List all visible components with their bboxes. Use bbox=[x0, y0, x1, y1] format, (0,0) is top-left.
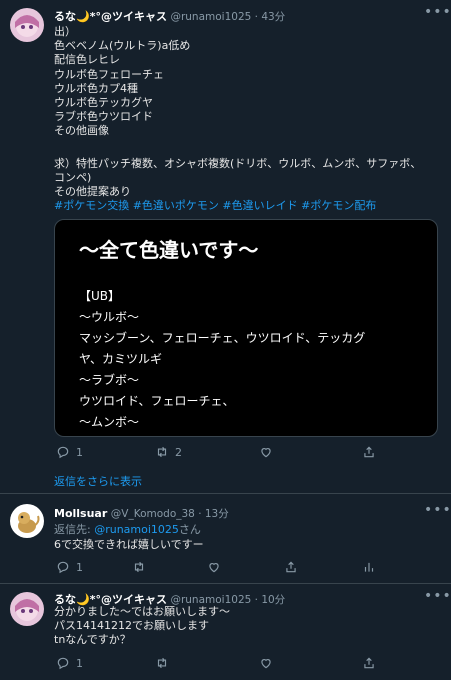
more-icon[interactable]: ••• bbox=[424, 502, 451, 518]
tweet-line: ラブボ色ウツロイド bbox=[54, 110, 153, 124]
tweet-line bbox=[54, 139, 421, 153]
divider bbox=[0, 583, 451, 584]
reply-button[interactable]: 1 bbox=[56, 445, 83, 459]
tweet-line: 色ベベノム(ウルトラ)a低め bbox=[54, 39, 191, 53]
retweet-icon bbox=[134, 561, 144, 573]
retweet-icon bbox=[157, 657, 167, 669]
reply-icon bbox=[57, 446, 69, 459]
like-icon bbox=[209, 563, 219, 573]
share-button[interactable] bbox=[284, 560, 298, 574]
tweet-line: その他画像 bbox=[54, 124, 109, 138]
author-name[interactable]: Mollsuar bbox=[54, 507, 107, 520]
retweet-button[interactable] bbox=[132, 560, 146, 574]
avatar[interactable] bbox=[10, 8, 44, 42]
like-button[interactable] bbox=[259, 656, 273, 670]
tweet-line: その他提案あり bbox=[54, 185, 131, 199]
tweet-line: ウルボ色フェローチェ bbox=[54, 67, 164, 81]
media-line: ヤ、カミツルギ bbox=[79, 352, 163, 366]
tweet-line: 配信色レヒレ bbox=[54, 53, 120, 67]
tweet-line: 6で交換できれば嬉しいですー bbox=[54, 538, 204, 551]
retweet-button[interactable]: 2 bbox=[155, 445, 182, 459]
reply-to: 返信先: @runamoi1025さん bbox=[54, 521, 201, 537]
more-icon[interactable]: ••• bbox=[424, 4, 451, 20]
author-handle-time[interactable]: @runamoi1025 · 43分 bbox=[170, 11, 285, 23]
media-line: ウツロイド、フェローチェ、 bbox=[79, 394, 235, 408]
reply-icon bbox=[57, 561, 69, 574]
analytics-icon bbox=[364, 562, 374, 572]
media-image[interactable]: 〜全て色違いです〜 【UB】 〜ウルボ〜 マッシブーン、フェローチェ、ウツロイド… bbox=[54, 219, 438, 437]
avatar[interactable] bbox=[10, 504, 44, 538]
author-name[interactable]: るな🌙*°@ツイキャス bbox=[54, 10, 167, 23]
tweet-line: ウルボ色テッカグヤ bbox=[54, 96, 153, 110]
reply-count: 1 bbox=[76, 560, 83, 574]
analytics-button[interactable] bbox=[362, 560, 376, 574]
retweet-button[interactable] bbox=[155, 656, 169, 670]
share-icon bbox=[364, 446, 374, 458]
reply-button[interactable]: 1 bbox=[56, 560, 83, 574]
retweet-count: 2 bbox=[175, 445, 182, 459]
share-icon bbox=[286, 561, 296, 573]
like-icon bbox=[261, 448, 271, 458]
hashtags[interactable]: #ポケモン交換 #色違いポケモン #色違いレイド #ポケモン配布 bbox=[54, 199, 421, 213]
media-line: 〜ウルボ〜 bbox=[79, 310, 140, 324]
tweet-line: 分かりました〜ではお願いします〜 bbox=[54, 605, 230, 618]
show-more-replies-link[interactable]: 返信をさらに表示 bbox=[54, 473, 142, 489]
media-line: 【UB】 bbox=[79, 289, 121, 303]
reply-button[interactable]: 1 bbox=[56, 656, 83, 670]
tweet-line: パス14141212でお願いします bbox=[54, 619, 209, 633]
like-button[interactable] bbox=[207, 560, 221, 574]
reply-to-prefix: 返信先: bbox=[54, 523, 95, 536]
tweet-line: 出） bbox=[54, 25, 76, 38]
like-icon bbox=[261, 659, 271, 669]
author-handle-time[interactable]: @V_Komodo_38 · 13分 bbox=[111, 508, 229, 520]
tweet-line: コンペ) bbox=[54, 170, 92, 184]
media-title: 〜全て色違いです〜 bbox=[79, 238, 259, 262]
tweet-body: 分かりました〜ではお願いします〜 パス14141212でお願いします tnなんで… bbox=[54, 605, 230, 648]
reply-icon bbox=[57, 657, 69, 670]
more-icon[interactable]: ••• bbox=[424, 588, 451, 604]
media-line: 〜ラブボ〜 bbox=[79, 373, 140, 387]
tweet-line: ウルボ色カプ4種 bbox=[54, 81, 138, 95]
like-button[interactable] bbox=[259, 445, 279, 459]
tweet-line: 求）特性パッチ複数、オシャボ複数(ドリボ、ウルボ、ムンボ、サファボ、 bbox=[54, 156, 422, 170]
reply-count: 1 bbox=[76, 445, 83, 459]
avatar[interactable] bbox=[10, 592, 44, 626]
divider bbox=[0, 493, 451, 494]
tweet-line: tnなんですか？ bbox=[54, 633, 131, 647]
share-button[interactable] bbox=[362, 445, 376, 459]
reply-to-handle[interactable]: @runamoi1025 bbox=[94, 523, 179, 536]
reply-to-suffix: さん bbox=[178, 523, 201, 536]
share-button[interactable] bbox=[362, 656, 376, 670]
reply-count: 1 bbox=[76, 656, 83, 670]
share-icon bbox=[364, 657, 374, 669]
tweet-body: 出） 色ベベノム(ウルトラ)a低め 配信色レヒレ ウルボ色フェローチェ ウルボ色… bbox=[54, 25, 421, 213]
media-line: マッシブーン、フェローチェ、ウツロイド、テッカグ bbox=[79, 331, 366, 345]
media-line: 〜ムンボ〜 bbox=[79, 415, 140, 429]
retweet-icon bbox=[157, 446, 167, 458]
